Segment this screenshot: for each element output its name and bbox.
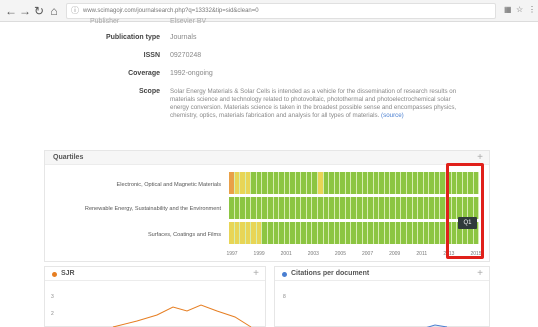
quartile-row-grid bbox=[229, 222, 480, 244]
browser-toolbar: ← → ↻ ⌂ ⓘ www.scimagojr.com/journalsearc… bbox=[0, 0, 538, 22]
expand-plus-icon[interactable]: + bbox=[253, 268, 259, 279]
year-tick-label: 2005 bbox=[334, 251, 346, 257]
quartiles-panel: Quartiles + Electronic, Optical and Magn… bbox=[44, 150, 490, 262]
forward-icon[interactable]: → bbox=[18, 4, 32, 18]
sjr-panel: SJR + 3 2 bbox=[44, 266, 266, 327]
url-text: www.scimagojr.com/journalsearch.php?q=13… bbox=[83, 8, 259, 14]
quartile-row-label: Renewable Energy, Sustainability and the… bbox=[84, 206, 221, 212]
info-value: 09270248 bbox=[170, 52, 202, 59]
quartile-row-label: Surfaces, Coatings and Films bbox=[147, 232, 221, 238]
year-tick-label: 2003 bbox=[307, 251, 319, 257]
citations-panel: Citations per document + 8 bbox=[274, 266, 490, 327]
journal-info: Publisher Elsevier BV Publication type J… bbox=[0, 18, 538, 150]
sjr-dot-icon bbox=[52, 272, 57, 277]
scope-description: Solar Energy Materials & Solar Cells is … bbox=[170, 88, 470, 120]
quartile-row-grid bbox=[229, 172, 480, 194]
home-icon[interactable]: ⌂ bbox=[47, 4, 61, 18]
publisher-label: Publisher bbox=[90, 18, 120, 25]
scope-source-link[interactable]: (source) bbox=[381, 112, 404, 119]
info-value: Journals bbox=[170, 34, 197, 41]
highlight-annotation bbox=[446, 163, 484, 259]
extensions-icon[interactable]: ▦ bbox=[504, 5, 512, 14]
reload-icon[interactable]: ↻ bbox=[32, 4, 46, 18]
year-tick-label: 2011 bbox=[416, 251, 428, 257]
menu-icon[interactable]: ⋮ bbox=[528, 5, 536, 14]
publisher-value[interactable]: Elsevier BV bbox=[170, 18, 206, 25]
info-label: ISSN bbox=[143, 52, 160, 59]
address-bar[interactable]: ⓘ www.scimagojr.com/journalsearch.php?q=… bbox=[66, 3, 496, 19]
year-tick-label: 2001 bbox=[280, 251, 292, 257]
quartile-row-grid bbox=[229, 197, 480, 219]
citations-line-chart bbox=[426, 324, 448, 327]
year-tick-label: 1999 bbox=[253, 251, 265, 257]
expand-plus-icon[interactable]: + bbox=[477, 268, 483, 279]
quartiles-title: Quartiles bbox=[53, 154, 84, 161]
sjr-header: SJR + bbox=[45, 267, 265, 281]
year-tick-label: 2009 bbox=[389, 251, 401, 257]
sjr-line bbox=[112, 304, 252, 327]
quartiles-header: Quartiles + bbox=[45, 151, 489, 165]
citations-title: Citations per document bbox=[291, 270, 370, 277]
star-icon[interactable]: ☆ bbox=[516, 5, 523, 14]
info-value: 1992-ongoing bbox=[170, 70, 213, 77]
back-icon[interactable]: ← bbox=[4, 4, 18, 18]
citations-dot-icon bbox=[282, 272, 287, 277]
quartile-row-label: Electronic, Optical and Magnetic Materia… bbox=[116, 182, 221, 188]
info-label: Coverage bbox=[128, 70, 160, 77]
expand-plus-icon[interactable]: + bbox=[477, 152, 483, 163]
info-icon[interactable]: ⓘ bbox=[71, 4, 79, 18]
sjr-title: SJR bbox=[61, 270, 75, 277]
sjr-line-chart bbox=[112, 304, 252, 327]
info-label: Publication type bbox=[105, 34, 160, 41]
year-tick-label: 1997 bbox=[226, 251, 238, 257]
year-tick-label: 2007 bbox=[361, 251, 374, 257]
citations-header: Citations per document + bbox=[275, 267, 489, 281]
info-label: Scope bbox=[138, 88, 160, 95]
scope-text: Solar Energy Materials & Solar Cells is … bbox=[170, 88, 457, 119]
